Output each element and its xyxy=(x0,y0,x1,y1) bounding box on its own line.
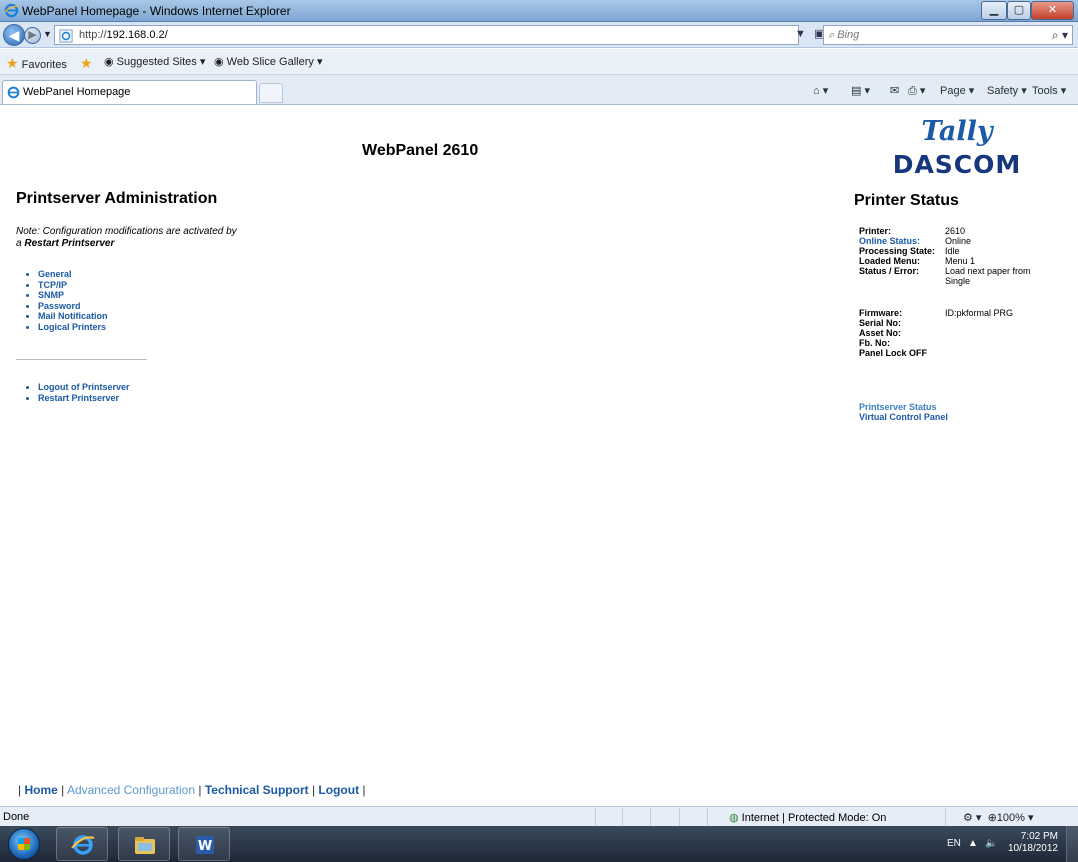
address-bar[interactable]: http://192.168.0.2/ ▼ ▣ ↻ ✕ xyxy=(54,25,859,46)
internet-explorer-icon xyxy=(4,3,19,21)
page-content: WebPanel 2610 Tally DASCOM Printserver A… xyxy=(0,106,1078,806)
taskbar-microsoft-word[interactable]: W xyxy=(178,827,230,861)
menu-item-mail-notification[interactable]: Mail Notification xyxy=(38,311,108,322)
search-box[interactable]: ⌕ Bing ⌕ ▾ xyxy=(823,25,1073,45)
minimize-button[interactable]: ▁ xyxy=(981,1,1007,20)
logout-printserver-link[interactable]: Logout of Printserver xyxy=(38,382,130,393)
windows-taskbar: W EN ▲ 🔈 7:02 PM 10/18/2012 xyxy=(0,826,1078,862)
printserver-status-link[interactable]: Printserver Status xyxy=(859,402,937,412)
back-button[interactable]: ◀ xyxy=(3,24,25,46)
show-desktop-button[interactable] xyxy=(1066,826,1078,862)
admin-title: Printserver Administration xyxy=(16,190,218,207)
browser-status-bar: Done ◍ Internet | Protected Mode: On ⚙ ▾… xyxy=(0,806,1078,826)
admin-actions: Logout of Printserver Restart Printserve… xyxy=(38,382,130,403)
security-zone[interactable]: ◍ Internet | Protected Mode: On xyxy=(729,811,886,824)
forward-button[interactable]: ▶ xyxy=(24,27,41,44)
status-text: Done xyxy=(3,811,30,823)
address-toolbar: ◀ ▶ ▼ http://192.168.0.2/ ▼ ▣ ↻ ✕ ⌕ Bing… xyxy=(0,22,1078,48)
favorites-bar: ★ Favorites ★ ◉ Suggested Sites ▾ ◉ Web … xyxy=(0,49,1078,75)
svg-text:W: W xyxy=(198,839,212,854)
footer-nav: | Home | Advanced Configuration | Techni… xyxy=(18,783,366,797)
volume-icon[interactable]: 🔈 xyxy=(985,838,997,849)
restart-printserver-link[interactable]: Restart Printserver xyxy=(38,393,130,404)
word-icon: W xyxy=(196,836,214,854)
tab-bar: WebPanel Homepage ⌂ ▾ ▤ ▾ ✉ ⎙ ▾ Page ▾ S… xyxy=(0,75,1078,105)
close-window-button[interactable]: ✕ xyxy=(1031,1,1074,20)
folder-icon xyxy=(135,837,155,854)
search-icon[interactable]: ⌕ ▾ xyxy=(1052,28,1068,43)
favorites-button[interactable]: ★ Favorites xyxy=(6,55,67,72)
internet-explorer-icon xyxy=(7,86,20,102)
tab-webpanel-homepage[interactable]: WebPanel Homepage xyxy=(2,80,257,104)
favorites-star-icon: ★ xyxy=(6,55,19,71)
page-heading: WebPanel 2610 xyxy=(362,142,479,159)
new-tab-button[interactable] xyxy=(259,83,283,103)
add-ons-icon: ⚙ xyxy=(963,812,973,824)
window-title-bar: WebPanel Homepage - Windows Internet Exp… xyxy=(0,0,1078,22)
home-icon[interactable]: ⌂ ▾ xyxy=(813,84,828,97)
taskbar-windows-explorer[interactable] xyxy=(118,827,170,861)
web-page-icon: ◉ xyxy=(214,56,224,68)
web-page-icon: ◉ xyxy=(104,56,114,68)
internet-explorer-icon xyxy=(71,835,95,855)
search-placeholder: ⌕ Bing xyxy=(828,29,860,41)
menu-item-logical-printers[interactable]: Logical Printers xyxy=(38,322,108,333)
address-dropdown-icon[interactable]: ▼ xyxy=(795,28,806,40)
recent-pages-dropdown-icon[interactable]: ▼ xyxy=(43,29,52,39)
show-hidden-icons-icon[interactable]: ▲ xyxy=(968,838,978,849)
language-indicator[interactable]: EN xyxy=(947,838,961,849)
virtual-control-panel-link[interactable]: Virtual Control Panel xyxy=(859,412,948,422)
footer-advanced-configuration-link[interactable]: Advanced Configuration xyxy=(67,783,195,797)
menu-item-tcpip[interactable]: TCP/IP xyxy=(38,280,108,291)
address-url: http://192.168.0.2/ xyxy=(79,29,168,41)
page-menu[interactable]: Page ▾ xyxy=(940,84,974,97)
menu-item-snmp[interactable]: SNMP xyxy=(38,290,108,301)
menu-item-password[interactable]: Password xyxy=(38,301,108,312)
footer-technical-support-link[interactable]: Technical Support xyxy=(205,783,309,797)
taskbar-internet-explorer[interactable] xyxy=(56,827,108,861)
system-clock[interactable]: 7:02 PM 10/18/2012 xyxy=(1004,831,1058,855)
menu-item-general[interactable]: General xyxy=(38,269,108,280)
page-favicon-icon xyxy=(59,29,73,46)
print-icon[interactable]: ⎙ ▾ xyxy=(908,84,925,98)
maximize-button[interactable]: ▢ xyxy=(1007,1,1031,20)
printer-status-title: Printer Status xyxy=(854,192,959,209)
suggested-sites-link[interactable]: ◉ Suggested Sites ▾ xyxy=(104,55,205,68)
admin-menu: General TCP/IP SNMP Password Mail Notifi… xyxy=(38,269,108,332)
window-title: WebPanel Homepage - Windows Internet Exp… xyxy=(22,4,291,18)
restart-note: Note: Configuration modifications are ac… xyxy=(16,226,237,249)
read-mail-icon[interactable]: ✉ xyxy=(890,84,899,97)
zoom-level[interactable]: ⚙ ▾ ⊕100% ▾ xyxy=(963,811,1034,824)
web-slice-gallery-link[interactable]: ◉ Web Slice Gallery ▾ xyxy=(214,55,322,68)
globe-icon: ◍ xyxy=(729,812,739,824)
footer-home-link[interactable]: Home xyxy=(24,783,57,797)
feeds-icon[interactable]: ▤ ▾ xyxy=(851,84,870,97)
tally-dascom-logo: Tally DASCOM xyxy=(892,116,1022,179)
tools-menu[interactable]: Tools ▾ xyxy=(1032,84,1066,97)
start-button[interactable] xyxy=(8,828,40,860)
safety-menu[interactable]: Safety ▾ xyxy=(987,84,1027,97)
add-to-favorites-icon[interactable]: ★ xyxy=(80,55,93,72)
menu-divider xyxy=(16,359,147,360)
footer-logout-link[interactable]: Logout xyxy=(318,783,359,797)
